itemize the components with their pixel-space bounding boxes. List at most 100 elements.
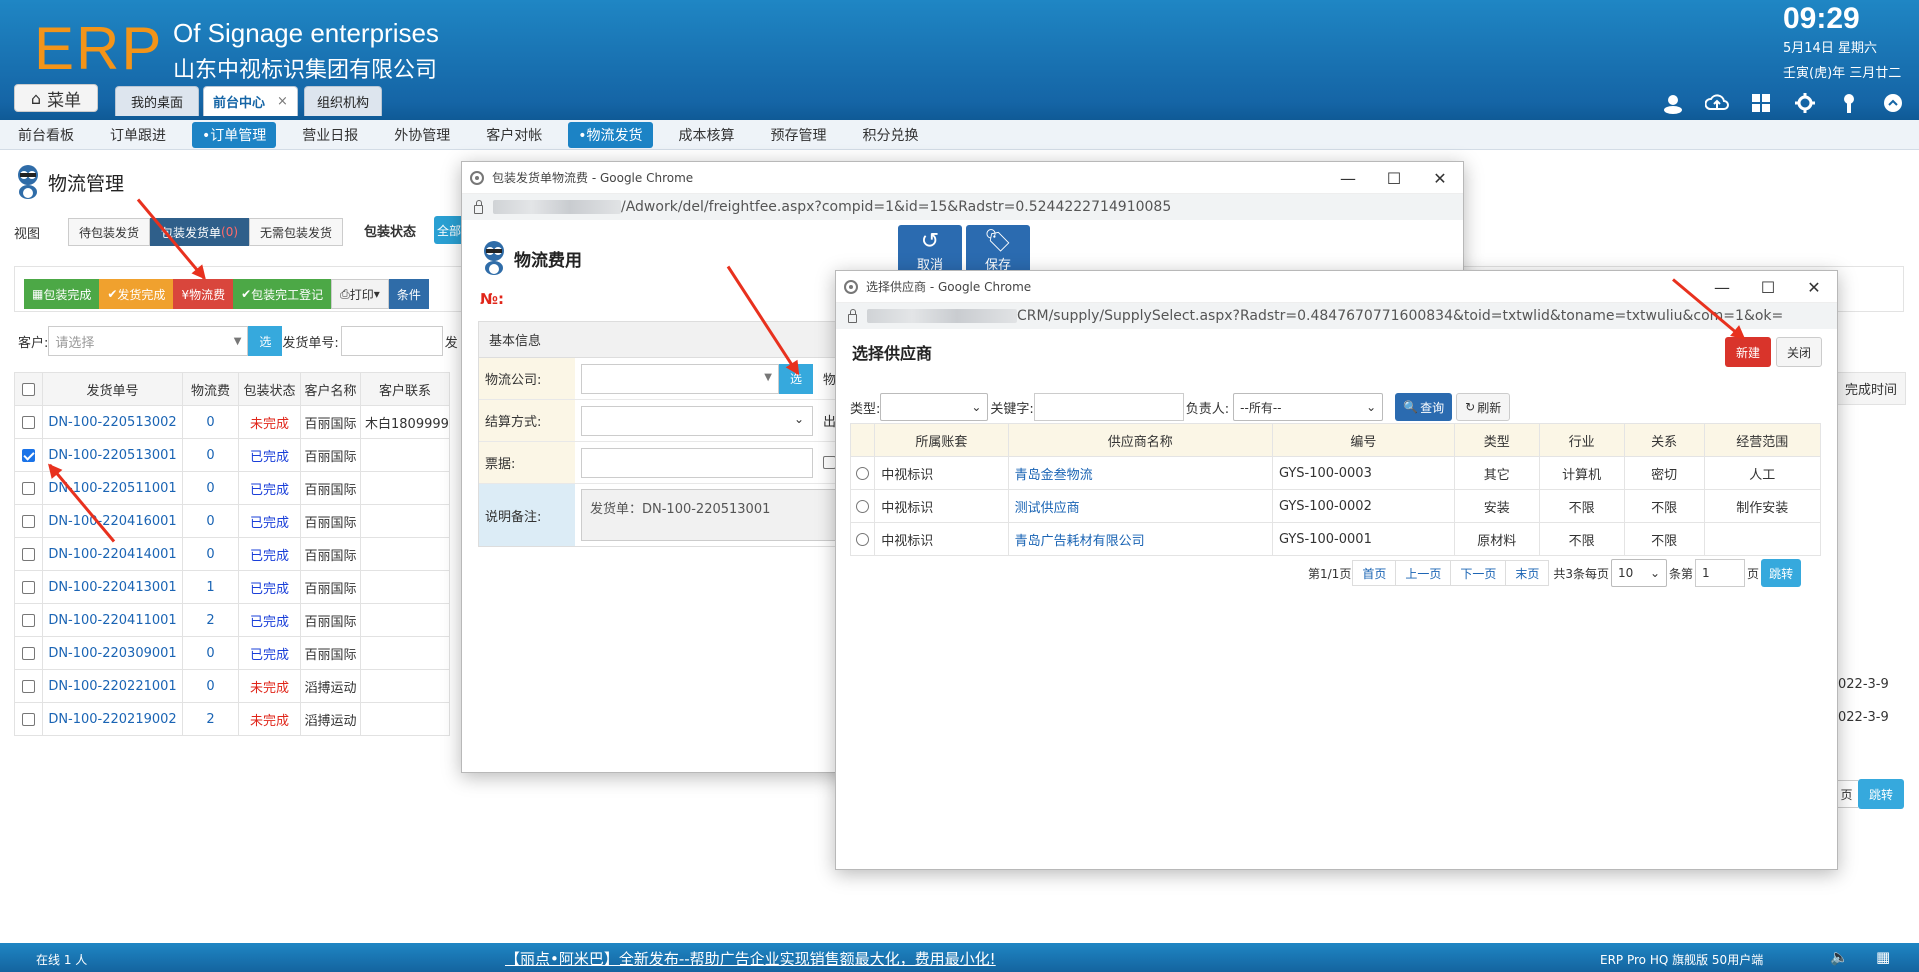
tab-front-center[interactable]: 前台中心 × bbox=[203, 86, 298, 116]
row-checkbox-cell[interactable] bbox=[14, 471, 43, 505]
package-complete-register-button[interactable]: ✔ 包装完工登记 bbox=[233, 279, 332, 309]
ship-no-link[interactable]: DN-100-220221001 bbox=[42, 669, 183, 703]
chevron-up-icon[interactable] bbox=[1881, 92, 1905, 116]
ship-no-link[interactable]: DN-100-220511001 bbox=[42, 471, 183, 505]
ship-no-link[interactable]: DN-100-220411001 bbox=[42, 603, 183, 637]
nav-item-dashboard[interactable]: 前台看板 bbox=[8, 122, 84, 148]
cloud-upload-icon[interactable] bbox=[1704, 92, 1729, 116]
jump-button[interactable]: 跳转 bbox=[1761, 559, 1802, 587]
table-row[interactable]: DN-100-220513002 0 未完成 百丽国际 木白1809999 bbox=[14, 405, 450, 439]
address-bar[interactable]: /Adwork/del/freightfee.aspx?compid=1&id=… bbox=[462, 194, 1463, 220]
col-ship-no[interactable]: 发货单号 bbox=[42, 372, 183, 406]
row-radio[interactable] bbox=[856, 532, 870, 546]
close-icon[interactable]: × bbox=[277, 94, 288, 109]
promo-link[interactable]: 【丽点•阿米巴】全新发布--帮助广告企业实现销售额最大化，费用最小化! bbox=[505, 948, 996, 969]
maximize-icon[interactable]: ☐ bbox=[1371, 162, 1417, 194]
window-titlebar[interactable]: 包装发货单物流费 - Google Chrome bbox=[462, 162, 1463, 194]
row-checkbox-cell[interactable] bbox=[14, 636, 43, 670]
row-radio[interactable] bbox=[856, 499, 870, 513]
page-input[interactable]: 1 bbox=[1695, 559, 1746, 587]
last-page-link[interactable]: 末页 bbox=[1505, 560, 1550, 586]
nav-item-cost[interactable]: 成本核算 bbox=[669, 122, 745, 148]
keyword-input[interactable] bbox=[1033, 393, 1184, 421]
select-all-checkbox[interactable] bbox=[22, 382, 35, 396]
ship-done-button[interactable]: ✔ 发货完成 bbox=[99, 279, 174, 309]
col-customer[interactable]: 客户名称 bbox=[300, 372, 361, 406]
ship-no-link[interactable]: DN-100-220309001 bbox=[42, 636, 183, 670]
ship-no-link[interactable]: DN-100-220513002 bbox=[42, 405, 183, 439]
ship-no-input[interactable] bbox=[340, 326, 443, 356]
row-radio[interactable] bbox=[856, 466, 870, 480]
nav-item-points[interactable]: 积分兑换 bbox=[853, 122, 929, 148]
grid-icon[interactable] bbox=[1749, 92, 1773, 116]
row-checkbox-cell[interactable] bbox=[14, 438, 43, 472]
close-icon[interactable]: ✕ bbox=[1791, 271, 1837, 303]
table-row[interactable]: DN-100-220416001 0 已完成 百丽国际 bbox=[14, 504, 450, 538]
freight-fee-button[interactable]: ¥物流费 bbox=[173, 279, 234, 309]
row-checkbox[interactable] bbox=[22, 514, 35, 528]
row-checkbox[interactable] bbox=[22, 646, 35, 660]
row-checkbox-cell[interactable] bbox=[14, 702, 43, 736]
condition-button[interactable]: 条件 bbox=[388, 279, 429, 309]
row-checkbox-cell[interactable] bbox=[14, 405, 43, 439]
table-row[interactable]: DN-100-220513001 0 已完成 百丽国际 bbox=[14, 438, 450, 472]
row-checkbox-cell[interactable] bbox=[14, 504, 43, 538]
tab-organization[interactable]: 组织机构 bbox=[304, 86, 382, 116]
col-contact[interactable]: 客户联系 bbox=[360, 372, 450, 406]
row-checkbox[interactable] bbox=[22, 580, 35, 594]
view-tab-no-packaging[interactable]: 无需包装发货 bbox=[249, 218, 344, 246]
row-checkbox-cell[interactable] bbox=[14, 537, 43, 571]
view-tab-pending[interactable]: 待包装发货 bbox=[68, 218, 151, 246]
col-freight[interactable]: 物流费 bbox=[182, 372, 239, 406]
table-row[interactable]: DN-100-220414001 0 已完成 百丽国际 bbox=[14, 537, 450, 571]
gear-icon[interactable] bbox=[1793, 92, 1817, 116]
nav-item-logistics[interactable]: •物流发货 bbox=[568, 121, 653, 148]
close-button[interactable]: 关闭 bbox=[1776, 337, 1822, 367]
ship-no-link[interactable]: DN-100-220513001 bbox=[42, 438, 183, 472]
package-done-button[interactable]: ▦ 包装完成 bbox=[24, 279, 100, 309]
customer-select-button[interactable]: 选 bbox=[248, 326, 283, 356]
settlement-select[interactable]: ⌄ bbox=[581, 405, 813, 436]
per-page-select[interactable]: 10 ⌄ bbox=[1611, 559, 1668, 587]
invoice-input[interactable] bbox=[581, 447, 813, 478]
table-row[interactable]: 中视标识 青岛金叁物流 GYS-100-0003 其它 计算机 密切 人工 bbox=[849, 456, 1822, 490]
owner-select[interactable]: --所有-- ⌄ bbox=[1233, 393, 1384, 421]
window-titlebar[interactable]: 选择供应商 - Google Chrome bbox=[836, 271, 1837, 303]
next-page-link[interactable]: 下一页 bbox=[1450, 560, 1507, 586]
key-icon[interactable] bbox=[1837, 92, 1861, 116]
select-all-cell[interactable] bbox=[14, 372, 43, 406]
prev-page-link[interactable]: 上一页 bbox=[1395, 560, 1452, 586]
col-package-status[interactable]: 包装状态 bbox=[238, 372, 301, 406]
radio-cell[interactable] bbox=[849, 489, 876, 523]
table-row[interactable]: DN-100-220219002 2 未完成 滔搏运动 bbox=[14, 702, 450, 736]
supplier-name-link[interactable]: 青岛广告耗材有限公司 bbox=[1007, 522, 1273, 556]
nav-item-customer-reconcile[interactable]: 客户对帐 bbox=[476, 122, 552, 148]
customer-select[interactable]: 请选择 ▼ bbox=[48, 326, 249, 356]
row-checkbox[interactable] bbox=[22, 448, 35, 462]
nav-item-prepaid[interactable]: 预存管理 bbox=[761, 122, 837, 148]
package-state-all-button[interactable]: 全部 bbox=[434, 216, 464, 244]
row-checkbox[interactable] bbox=[22, 712, 35, 726]
new-supplier-button[interactable]: 新建 bbox=[1725, 337, 1771, 367]
table-row[interactable]: 中视标识 测试供应商 GYS-100-0002 安装 不限 不限 制作安装 bbox=[849, 489, 1822, 523]
close-icon[interactable]: ✕ bbox=[1417, 162, 1463, 194]
refresh-button[interactable]: ↻ 刷新 bbox=[1456, 393, 1511, 421]
row-checkbox[interactable] bbox=[22, 415, 35, 429]
type-select[interactable]: ⌄ bbox=[880, 393, 989, 421]
table-row[interactable]: DN-100-220413001 1 已完成 百丽国际 bbox=[14, 570, 450, 604]
row-checkbox-cell[interactable] bbox=[14, 570, 43, 604]
supplier-name-link[interactable]: 青岛金叁物流 bbox=[1007, 456, 1273, 490]
nav-item-outsourcing[interactable]: 外协管理 bbox=[384, 122, 460, 148]
query-button[interactable]: 🔍 查询 bbox=[1395, 393, 1453, 421]
row-checkbox[interactable] bbox=[22, 679, 35, 693]
first-page-link[interactable]: 首页 bbox=[1352, 560, 1397, 586]
ship-no-link[interactable]: DN-100-220416001 bbox=[42, 504, 183, 538]
user-icon[interactable] bbox=[1661, 92, 1685, 116]
table-row[interactable]: DN-100-220411001 2 已完成 百丽国际 bbox=[14, 603, 450, 637]
table-row[interactable]: 中视标识 青岛广告耗材有限公司 GYS-100-0001 原材料 不限 不限 bbox=[849, 522, 1822, 556]
row-checkbox-cell[interactable] bbox=[14, 669, 43, 703]
maximize-icon[interactable]: ☐ bbox=[1745, 271, 1791, 303]
row-checkbox-cell[interactable] bbox=[14, 603, 43, 637]
menu-button[interactable]: ⌂ 菜单 bbox=[14, 84, 98, 112]
row-checkbox[interactable] bbox=[22, 547, 35, 561]
